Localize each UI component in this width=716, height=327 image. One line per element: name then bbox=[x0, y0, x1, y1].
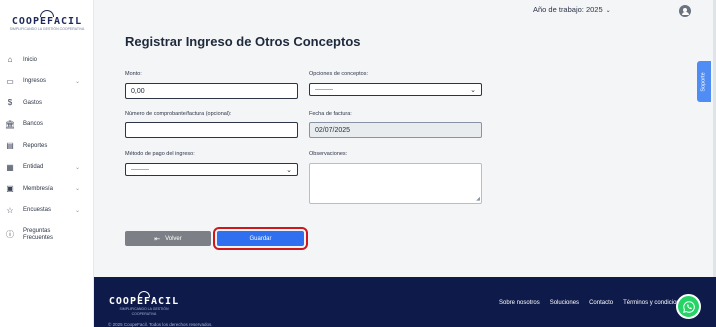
user-avatar-icon[interactable] bbox=[679, 5, 691, 17]
fecha-factura-label: Fecha de factura: bbox=[309, 111, 352, 117]
whatsapp-icon bbox=[682, 300, 695, 313]
back-button[interactable]: ⇤ Volver bbox=[125, 231, 211, 246]
sidebar-item-label: Bancos bbox=[23, 121, 44, 128]
footer-link-soluciones[interactable]: Soluciones bbox=[550, 300, 579, 306]
sidebar-item-label: Inicio bbox=[23, 56, 38, 63]
chevron-down-icon: ⌄ bbox=[74, 207, 80, 214]
page-title: Registrar Ingreso de Otros Conceptos bbox=[125, 34, 361, 49]
chevron-down-icon: ⌄ bbox=[605, 8, 611, 14]
observaciones-textarea[interactable]: ◢ bbox=[309, 163, 482, 204]
chevron-down-icon: ⌄ bbox=[74, 78, 80, 85]
chevron-down-icon: ⌄ bbox=[74, 186, 80, 193]
sidebar: COOPEFACIL SIMPLIFICANDO LA GESTIÓN COOP… bbox=[0, 0, 94, 327]
logo-text: COOPEFACIL bbox=[11, 16, 83, 27]
sidebar-item-membresia[interactable]: ▣ Membresía ⌄ bbox=[0, 178, 94, 200]
footer-logo-subtitle: SIMPLIFICANDO LA GESTIÓN COOPERATIVA bbox=[119, 307, 169, 316]
sidebar-item-inicio[interactable]: ⌂ Inicio bbox=[0, 49, 94, 71]
bank-icon: 🏛 bbox=[4, 119, 16, 129]
app-logo[interactable]: COOPEFACIL SIMPLIFICANDO LA GESTIÓN COOP… bbox=[4, 10, 90, 36]
footer-logo[interactable]: COOPEFACIL SIMPLIFICANDO LA GESTIÓN COOP… bbox=[108, 291, 180, 317]
footer-link-contacto[interactable]: Contacto bbox=[589, 300, 613, 306]
sidebar-item-label: Reportes bbox=[23, 142, 48, 149]
footer-links: Sobre nosotros Soluciones Contacto Térmi… bbox=[499, 300, 686, 306]
sidebar-item-bancos[interactable]: 🏛 Bancos bbox=[0, 114, 94, 136]
whatsapp-button[interactable] bbox=[676, 294, 701, 319]
chevron-down-icon: ⌄ bbox=[74, 164, 80, 171]
building-icon: ▦ bbox=[6, 162, 14, 172]
back-button-label: Volver bbox=[165, 235, 182, 242]
opciones-conceptos-value: --------- bbox=[315, 86, 333, 93]
opciones-conceptos-select[interactable]: --------- ⌄ bbox=[309, 83, 482, 96]
comprobante-label: Número de comprobante/factura (opcional)… bbox=[125, 111, 232, 117]
monto-input[interactable]: 0,00 bbox=[125, 83, 298, 99]
sidebar-item-label: Membresía bbox=[23, 185, 54, 192]
chevron-down-icon: ⌄ bbox=[470, 86, 476, 94]
sidebar-item-preguntas-frecuentes[interactable]: ⓘ Preguntas Frecuentes bbox=[0, 221, 94, 248]
sidebar-item-reportes[interactable]: ▤ Reportes bbox=[0, 135, 94, 157]
info-icon: ⓘ bbox=[6, 230, 14, 239]
sidebar-item-gastos[interactable]: $ Gastos bbox=[0, 92, 94, 114]
sidebar-item-entidad[interactable]: ▦ Entidad ⌄ bbox=[0, 157, 94, 179]
highlight-annotation bbox=[213, 227, 308, 250]
sidebar-item-ingresos[interactable]: ▭ Ingresos ⌄ bbox=[0, 71, 94, 93]
observaciones-label: Observaciones: bbox=[309, 151, 348, 157]
metodo-pago-value: --------- bbox=[131, 166, 149, 173]
sidebar-nav: ⌂ Inicio ▭ Ingresos ⌄ $ Gastos 🏛 Bancos … bbox=[0, 49, 94, 248]
footer-link-sobre-nosotros[interactable]: Sobre nosotros bbox=[499, 300, 540, 306]
logo-subtitle: SIMPLIFICANDO LA GESTIÓN COOPERATIVA bbox=[9, 27, 85, 31]
sidebar-item-label: Preguntas Frecuentes bbox=[23, 227, 54, 241]
year-selector-label: Año de trabajo: 2025 bbox=[533, 5, 603, 14]
cash-icon: ▭ bbox=[6, 76, 14, 86]
footer: COOPEFACIL SIMPLIFICANDO LA GESTIÓN COOP… bbox=[94, 277, 716, 327]
fecha-factura-input[interactable]: 02/07/2025 bbox=[309, 122, 482, 138]
support-tab[interactable]: Soporte bbox=[697, 61, 711, 102]
metodo-pago-label: Método de pago del ingreso: bbox=[125, 151, 195, 157]
chevron-down-icon: ⌄ bbox=[286, 166, 292, 174]
sidebar-item-encuestas[interactable]: ☆ Encuestas ⌄ bbox=[0, 200, 94, 222]
metodo-pago-select[interactable]: --------- ⌄ bbox=[125, 163, 298, 176]
footer-logo-text: COOPEFACIL bbox=[108, 296, 180, 307]
resize-handle-icon[interactable]: ◢ bbox=[476, 197, 480, 202]
sidebar-item-label: Encuestas bbox=[23, 207, 52, 214]
calendar-icon: ▣ bbox=[6, 184, 14, 194]
copyright-text: © 2025 CoopeFacil. Todos los derechos re… bbox=[108, 322, 213, 327]
report-icon: ▤ bbox=[6, 141, 14, 151]
dollar-circle-icon: $ bbox=[7, 98, 13, 108]
opciones-conceptos-label: Opciones de conceptos: bbox=[309, 71, 369, 77]
home-icon: ⌂ bbox=[7, 55, 13, 65]
sidebar-item-label: Gastos bbox=[23, 99, 43, 106]
year-selector[interactable]: Año de trabajo: 2025 ⌄ bbox=[533, 5, 611, 14]
support-tab-label: Soporte bbox=[701, 71, 708, 92]
sidebar-item-label: Ingresos bbox=[23, 78, 47, 85]
arrow-left-icon: ⇤ bbox=[154, 235, 161, 243]
sidebar-item-label: Entidad bbox=[23, 164, 44, 171]
monto-label: Monto: bbox=[125, 71, 142, 77]
comprobante-input[interactable] bbox=[125, 122, 298, 138]
star-icon: ☆ bbox=[6, 205, 14, 215]
